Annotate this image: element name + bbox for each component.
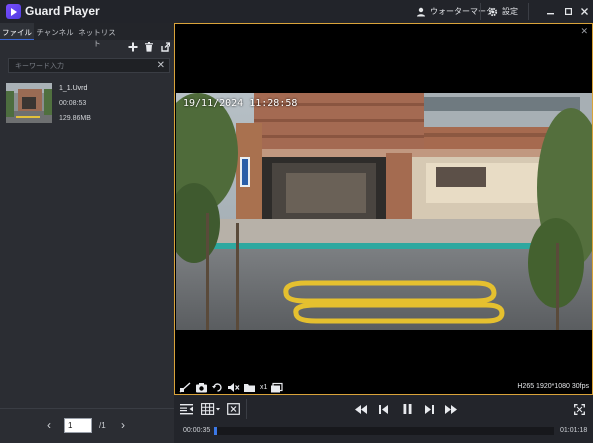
fullscreen-icon <box>573 403 585 415</box>
grid-layout-icon <box>201 403 220 415</box>
step-forward-icon <box>425 404 434 414</box>
folder-icon[interactable] <box>243 382 256 393</box>
watermark-label: ウォーターマーク <box>430 7 494 16</box>
sidebar-tabs: ファイル チャンネル ネットリスト <box>0 23 174 48</box>
current-time: 00:00:35 <box>183 427 211 434</box>
tab-netlist[interactable]: ネットリスト <box>77 23 117 48</box>
window-mode-icon[interactable] <box>270 382 284 393</box>
title-bar: Guard Player ウォーターマーク 設定 <box>0 0 593 23</box>
maximize-icon <box>564 8 572 15</box>
list-item[interactable]: 1_1.Uvrd 00:08:53 129.86MB <box>0 81 174 127</box>
next-page-icon[interactable]: › <box>121 418 125 432</box>
progress-fill <box>214 427 218 435</box>
fast-forward-icon <box>445 404 457 414</box>
pagination: ‹ /1 › <box>0 408 174 443</box>
fast-forward-button[interactable] <box>444 402 458 416</box>
playlist-icon <box>179 404 193 415</box>
next-frame-button[interactable] <box>422 402 436 416</box>
total-time: 01:01:18 <box>560 427 588 434</box>
previous-frame-button[interactable] <box>377 402 391 416</box>
page-number-input[interactable] <box>64 418 92 433</box>
video-player[interactable]: ✕ x1 H265 1920*1080 30fps <box>174 23 593 395</box>
osd-timestamp: 19/11/2024 11:28:58 <box>183 98 298 109</box>
divider <box>528 3 529 20</box>
layout-grid-button[interactable] <box>201 402 221 416</box>
watermark-button[interactable]: ウォーターマーク <box>416 0 494 23</box>
user-icon <box>417 7 425 16</box>
close-button[interactable] <box>575 0 593 23</box>
file-toolbar <box>128 42 170 52</box>
search-box: ✕ <box>8 58 170 73</box>
divider <box>480 3 481 20</box>
file-size: 129.86MB <box>59 115 91 122</box>
file-duration: 00:08:53 <box>59 100 87 107</box>
playback-speed[interactable]: x1 <box>260 384 267 391</box>
search-input[interactable] <box>15 60 145 72</box>
prev-page-icon[interactable]: ‹ <box>47 418 51 432</box>
minimize-icon <box>546 13 554 15</box>
close-window-icon <box>226 403 240 415</box>
video-toolbar: x1 H265 1920*1080 30fps <box>176 380 592 395</box>
fullscreen-button[interactable] <box>572 402 586 416</box>
close-all-button[interactable] <box>226 402 240 416</box>
step-back-icon <box>379 404 388 414</box>
playback-controls: 00:00:35 01:01:18 <box>174 395 593 443</box>
playlist-toggle-button[interactable] <box>179 402 193 416</box>
tab-channels[interactable]: チャンネル <box>36 23 74 40</box>
sidebar: ファイル チャンネル ネットリスト ✕ <box>0 23 174 443</box>
rewind-button[interactable] <box>354 402 368 416</box>
app-title: Guard Player <box>25 4 100 18</box>
divider <box>246 399 247 419</box>
minimize-button[interactable] <box>541 0 559 23</box>
export-icon[interactable] <box>160 42 170 52</box>
video-frame <box>176 93 592 330</box>
volume-mute-icon[interactable] <box>227 382 240 393</box>
guard-player-window: Guard Player ウォーターマーク 設定 ファイル チャンネル ネットリ… <box>0 0 593 443</box>
clear-search-icon[interactable]: ✕ <box>157 59 165 72</box>
tab-files[interactable]: ファイル <box>0 23 34 40</box>
gear-icon <box>488 7 498 16</box>
video-thumbnail <box>6 83 52 123</box>
file-name: 1_1.Uvrd <box>59 85 88 92</box>
delete-icon[interactable] <box>144 42 154 52</box>
video-info: H265 1920*1080 30fps <box>517 383 589 390</box>
add-icon[interactable] <box>128 42 138 52</box>
app-logo-icon <box>6 4 21 19</box>
rewind-icon <box>355 404 367 414</box>
loop-icon[interactable] <box>211 382 224 393</box>
close-video-icon[interactable]: ✕ <box>580 26 588 37</box>
page-total: /1 <box>99 421 106 430</box>
snapshot-icon[interactable] <box>195 382 208 393</box>
pause-icon <box>403 404 411 414</box>
settings-button[interactable]: 設定 <box>488 0 518 23</box>
smart-tag-icon[interactable] <box>179 382 192 393</box>
pause-button[interactable] <box>400 402 414 416</box>
settings-label: 設定 <box>502 7 518 16</box>
progress-bar[interactable] <box>214 427 554 435</box>
close-icon <box>580 8 588 15</box>
